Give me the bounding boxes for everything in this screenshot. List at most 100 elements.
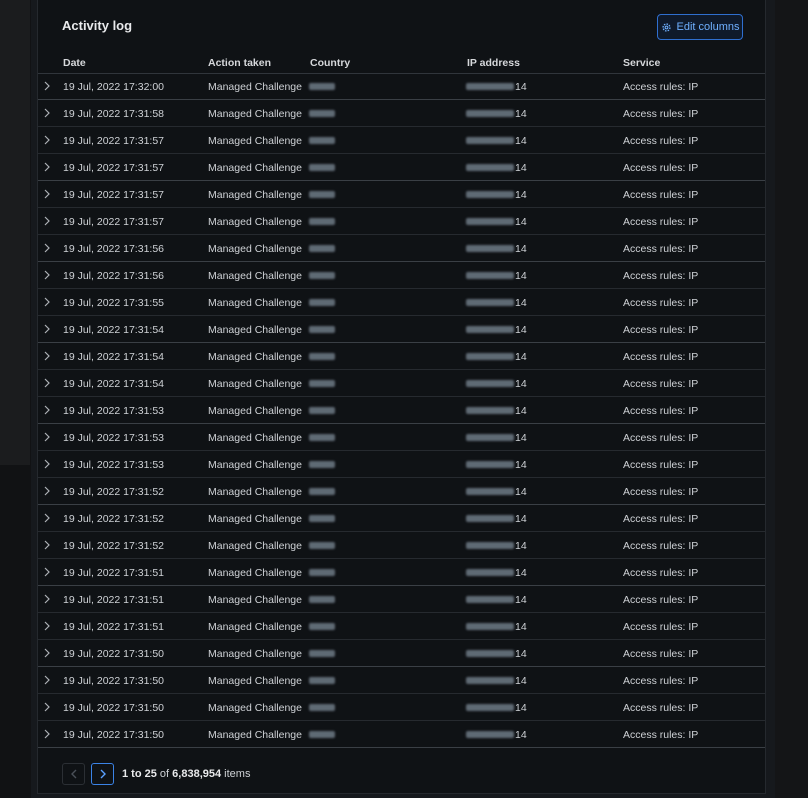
chevron-right-icon[interactable] bbox=[43, 432, 51, 442]
column-header-ip[interactable]: IP address bbox=[467, 57, 520, 69]
table-row[interactable]: 19 Jul, 2022 17:31:54 Managed Challenge 14… bbox=[38, 343, 765, 370]
pagination-total: 6,838,954 bbox=[172, 768, 222, 780]
cell-service: Access rules: IP bbox=[623, 405, 699, 417]
cell-country-redacted bbox=[309, 434, 335, 441]
cell-ip-redacted bbox=[466, 137, 514, 144]
chevron-right-icon[interactable] bbox=[43, 378, 51, 388]
table-row[interactable]: 19 Jul, 2022 17:31:52 Managed Challenge 14… bbox=[38, 532, 765, 559]
cell-action: Managed Challenge bbox=[208, 729, 302, 741]
cell-ip-redacted bbox=[466, 623, 514, 630]
cell-date: 19 Jul, 2022 17:31:54 bbox=[63, 351, 165, 363]
cell-service: Access rules: IP bbox=[623, 378, 699, 390]
cell-date: 19 Jul, 2022 17:31:51 bbox=[63, 594, 165, 606]
cell-action: Managed Challenge bbox=[208, 324, 302, 336]
table-row[interactable]: 19 Jul, 2022 17:31:54 Managed Challenge 14… bbox=[38, 316, 765, 343]
cell-country-redacted bbox=[309, 461, 335, 468]
table-row[interactable]: 19 Jul, 2022 17:31:57 Managed Challenge 14… bbox=[38, 154, 765, 181]
table-row[interactable]: 19 Jul, 2022 17:31:51 Managed Challenge 14… bbox=[38, 613, 765, 640]
pagination: 1 to 25 of 6,838,954 items bbox=[62, 763, 250, 785]
cell-ip-suffix: 14 bbox=[515, 162, 527, 174]
cell-country-redacted bbox=[309, 110, 335, 117]
table-row[interactable]: 19 Jul, 2022 17:31:57 Managed Challenge 14… bbox=[38, 181, 765, 208]
table-row[interactable]: 19 Jul, 2022 17:31:52 Managed Challenge 14… bbox=[38, 505, 765, 532]
chevron-right-icon[interactable] bbox=[43, 486, 51, 496]
chevron-right-icon[interactable] bbox=[43, 81, 51, 91]
table-row[interactable]: 19 Jul, 2022 17:31:54 Managed Challenge 14… bbox=[38, 370, 765, 397]
chevron-right-icon[interactable] bbox=[43, 729, 51, 739]
column-header-date[interactable]: Date bbox=[63, 57, 86, 69]
cell-action: Managed Challenge bbox=[208, 459, 302, 471]
column-header-country[interactable]: Country bbox=[310, 57, 350, 69]
cell-ip-redacted bbox=[466, 731, 514, 738]
table-row[interactable]: 19 Jul, 2022 17:31:50 Managed Challenge 14… bbox=[38, 721, 765, 748]
cell-action: Managed Challenge bbox=[208, 621, 302, 633]
cell-ip-redacted bbox=[466, 353, 514, 360]
chevron-right-icon[interactable] bbox=[43, 135, 51, 145]
cell-ip-redacted bbox=[466, 299, 514, 306]
chevron-right-icon[interactable] bbox=[43, 675, 51, 685]
chevron-right-icon[interactable] bbox=[43, 189, 51, 199]
chevron-right-icon[interactable] bbox=[43, 351, 51, 361]
chevron-right-icon[interactable] bbox=[43, 297, 51, 307]
cell-service: Access rules: IP bbox=[623, 216, 699, 228]
chevron-right-icon[interactable] bbox=[43, 324, 51, 334]
table-row[interactable]: 19 Jul, 2022 17:31:50 Managed Challenge 14… bbox=[38, 640, 765, 667]
chevron-right-icon[interactable] bbox=[43, 459, 51, 469]
cell-ip-suffix: 14 bbox=[515, 351, 527, 363]
cell-country-redacted bbox=[309, 515, 335, 522]
chevron-right-icon[interactable] bbox=[43, 270, 51, 280]
cell-action: Managed Challenge bbox=[208, 189, 302, 201]
chevron-right-icon[interactable] bbox=[43, 621, 51, 631]
chevron-right-icon[interactable] bbox=[43, 594, 51, 604]
column-header-service[interactable]: Service bbox=[623, 57, 660, 69]
cell-ip-suffix: 14 bbox=[515, 135, 527, 147]
chevron-right-icon[interactable] bbox=[43, 216, 51, 226]
table-row[interactable]: 19 Jul, 2022 17:31:53 Managed Challenge 14… bbox=[38, 397, 765, 424]
column-header-action[interactable]: Action taken bbox=[208, 57, 271, 69]
chevron-right-icon[interactable] bbox=[43, 108, 51, 118]
table-row[interactable]: 19 Jul, 2022 17:31:52 Managed Challenge 14… bbox=[38, 478, 765, 505]
chevron-right-icon[interactable] bbox=[43, 513, 51, 523]
table-row[interactable]: 19 Jul, 2022 17:31:58 Managed Challenge 14… bbox=[38, 100, 765, 127]
table-row[interactable]: 19 Jul, 2022 17:31:51 Managed Challenge 14… bbox=[38, 586, 765, 613]
cell-country-redacted bbox=[309, 299, 335, 306]
table-row[interactable]: 19 Jul, 2022 17:31:57 Managed Challenge 14… bbox=[38, 127, 765, 154]
edit-columns-button[interactable]: Edit columns bbox=[657, 14, 743, 40]
prev-page-button[interactable] bbox=[62, 763, 85, 785]
chevron-right-icon[interactable] bbox=[43, 648, 51, 658]
table-row[interactable]: 19 Jul, 2022 17:31:53 Managed Challenge 14… bbox=[38, 424, 765, 451]
cell-date: 19 Jul, 2022 17:31:50 bbox=[63, 702, 165, 714]
cell-service: Access rules: IP bbox=[623, 621, 699, 633]
cell-ip-suffix: 14 bbox=[515, 378, 527, 390]
pagination-range: 1 to 25 bbox=[122, 768, 157, 780]
cell-country-redacted bbox=[309, 164, 335, 171]
table-row[interactable]: 19 Jul, 2022 17:31:50 Managed Challenge 14… bbox=[38, 667, 765, 694]
chevron-right-icon[interactable] bbox=[43, 405, 51, 415]
table-row[interactable]: 19 Jul, 2022 17:31:57 Managed Challenge 14… bbox=[38, 208, 765, 235]
table-row[interactable]: 19 Jul, 2022 17:31:55 Managed Challenge 14… bbox=[38, 289, 765, 316]
cell-country-redacted bbox=[309, 650, 335, 657]
table-row[interactable]: 19 Jul, 2022 17:31:50 Managed Challenge 14… bbox=[38, 694, 765, 721]
chevron-right-icon[interactable] bbox=[43, 540, 51, 550]
cell-service: Access rules: IP bbox=[623, 243, 699, 255]
cell-ip-suffix: 14 bbox=[515, 324, 527, 336]
next-page-button[interactable] bbox=[91, 763, 114, 785]
chevron-right-icon[interactable] bbox=[43, 243, 51, 253]
chevron-right-icon[interactable] bbox=[43, 567, 51, 577]
cell-ip-redacted bbox=[466, 245, 514, 252]
cell-ip-redacted bbox=[466, 110, 514, 117]
table-row[interactable]: 19 Jul, 2022 17:31:53 Managed Challenge 14… bbox=[38, 451, 765, 478]
table-row[interactable]: 19 Jul, 2022 17:31:56 Managed Challenge 14… bbox=[38, 235, 765, 262]
chevron-right-icon bbox=[100, 769, 106, 779]
cell-action: Managed Challenge bbox=[208, 513, 302, 525]
table-row[interactable]: 19 Jul, 2022 17:32:00 Managed Challenge 14… bbox=[38, 73, 765, 100]
chevron-right-icon[interactable] bbox=[43, 162, 51, 172]
cell-action: Managed Challenge bbox=[208, 378, 302, 390]
cell-action: Managed Challenge bbox=[208, 594, 302, 606]
cell-country-redacted bbox=[309, 596, 335, 603]
chevron-right-icon[interactable] bbox=[43, 702, 51, 712]
table-row[interactable]: 19 Jul, 2022 17:31:56 Managed Challenge 14… bbox=[38, 262, 765, 289]
table-row[interactable]: 19 Jul, 2022 17:31:51 Managed Challenge 14… bbox=[38, 559, 765, 586]
cell-country-redacted bbox=[309, 353, 335, 360]
cell-service: Access rules: IP bbox=[623, 702, 699, 714]
